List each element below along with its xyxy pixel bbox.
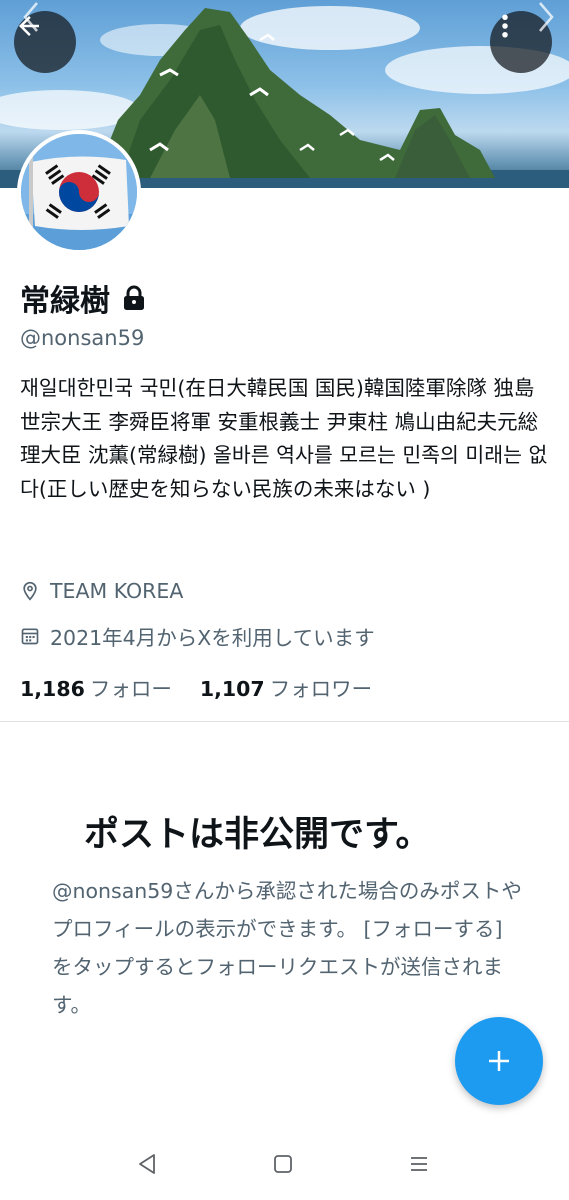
lock-icon [124,285,144,310]
compose-post-button[interactable] [455,1017,543,1105]
profile-bio: 재일대한민국 국민(在日大韓民国 国民)韓国陸軍除隊 独島 世宗大王 李舜臣将軍… [20,376,548,501]
private-notice-description: @nonsan59さんから承認された場合のみポストやプロフィールの表示ができます… [52,879,522,1017]
joined-text: 2021年4月からXを利用しています [50,626,375,650]
calendar-icon [21,628,39,645]
following-count: 1,186 [20,677,85,701]
followers-label: フォロワー [269,677,373,701]
nav-back-icon[interactable] [136,1152,158,1176]
korean-flag-avatar [21,134,137,250]
chevron-right-icon[interactable] [535,0,557,34]
location-pin-icon [23,581,37,601]
follow-stats: 1,186 フォロー 1,107 フォロワー [20,672,372,702]
profile-joined-date: 2021年4月からXを利用しています [20,621,375,651]
profile-name: 常緑樹 [20,284,110,319]
followers-count: 1,107 [199,677,265,701]
more-vertical-icon [502,14,508,38]
following-label: フォロー [89,677,172,701]
nav-home-icon[interactable] [272,1152,294,1176]
private-notice-title: ポストは非公開です。 [84,815,431,855]
chevron-left-icon[interactable] [20,0,42,34]
profile-handle: @nonsan59 [20,326,145,350]
system-navigation-bar [0,1130,569,1200]
plus-icon [489,1051,509,1071]
following-link[interactable]: 1,186 フォロー [20,672,172,702]
profile-name-row: 常緑樹 [20,276,146,320]
avatar[interactable] [17,130,141,254]
nav-recents-icon[interactable] [408,1152,430,1176]
divider [0,721,569,722]
profile-location: TEAM KOREA [20,579,183,603]
location-text: TEAM KOREA [50,579,184,603]
followers-link[interactable]: 1,107 フォロワー [200,672,372,702]
